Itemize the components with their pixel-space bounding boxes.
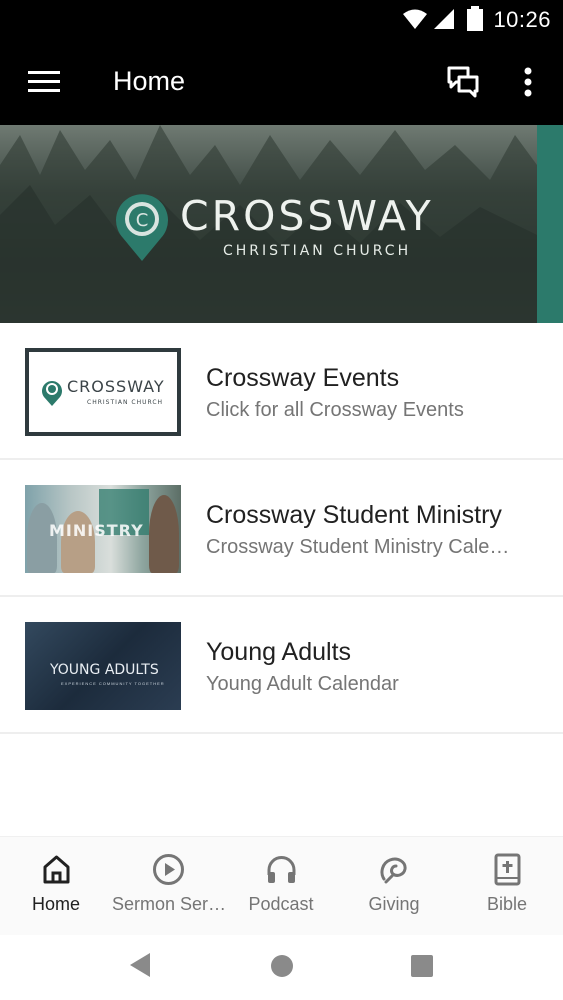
- nav-item-home[interactable]: Home: [0, 837, 112, 936]
- list-item-title: Crossway Events: [206, 364, 400, 392]
- hamburger-menu-icon[interactable]: [28, 69, 60, 95]
- nav-item-bible[interactable]: Bible: [451, 837, 563, 936]
- list-item-subtitle: Crossway Student Ministry Cale…: [206, 536, 510, 558]
- page-title: Home: [113, 66, 186, 96]
- list-item[interactable]: YOUNG ADULTS EXPERIENCE COMMUNITY TOGETH…: [0, 597, 563, 734]
- crossway-logo-icon: C: [116, 194, 168, 261]
- bottom-navigation: Home Sermon Ser… Podcast Giving Bible: [0, 836, 563, 935]
- brand-name: CROSSWAY: [180, 192, 434, 240]
- signal-icon: [434, 9, 454, 29]
- back-triangle-icon[interactable]: [128, 951, 152, 979]
- status-bar: 10:26: [0, 0, 563, 40]
- chat-bubbles-icon[interactable]: [446, 65, 480, 99]
- thumb-young-adults-sub: EXPERIENCE COMMUNITY TOGETHER: [61, 681, 165, 686]
- church-banner[interactable]: C CROSSWAY CHRISTIAN CHURCH: [0, 125, 563, 323]
- more-vert-icon[interactable]: [518, 67, 538, 97]
- nav-label-bible: Bible: [486, 894, 528, 914]
- home-icon: [43, 855, 70, 884]
- brand-subtitle: CHRISTIAN CHURCH: [223, 243, 412, 259]
- nav-item-sermon-series[interactable]: Sermon Ser…: [112, 837, 227, 936]
- nav-item-giving[interactable]: Giving: [338, 837, 450, 936]
- nav-label-giving: Giving: [368, 894, 420, 914]
- thumb-brand-name: CROSSWAY: [67, 377, 165, 396]
- list-item-subtitle: Young Adult Calendar: [206, 673, 399, 695]
- status-time: 10:26: [493, 7, 551, 32]
- nav-label-sermon-series: Sermon Ser…: [112, 894, 227, 914]
- list-item[interactable]: MINISTRY Crossway Student Ministry Cross…: [0, 460, 563, 597]
- app-bar: Home: [0, 40, 563, 125]
- list-item[interactable]: CROSSWAY CHRISTIAN CHURCH Crossway Event…: [0, 323, 563, 460]
- list-item-title: Crossway Student Ministry: [206, 501, 502, 529]
- events-thumbnail: CROSSWAY CHRISTIAN CHURCH: [25, 348, 181, 436]
- nav-item-podcast[interactable]: Podcast: [225, 837, 337, 936]
- svg-text:C: C: [136, 210, 149, 231]
- thumb-ministry-word: MINISTRY: [49, 521, 144, 540]
- photo-person: [149, 495, 179, 573]
- play-circle-icon: [153, 854, 184, 885]
- nav-label-podcast: Podcast: [248, 894, 314, 914]
- wifi-icon: [403, 9, 427, 29]
- bible-icon: [494, 853, 521, 886]
- thumb-brand-sub: CHRISTIAN CHURCH: [87, 399, 164, 406]
- battery-icon: [467, 6, 483, 31]
- system-navigation: [0, 935, 563, 1000]
- list-item-title: Young Adults: [206, 638, 352, 666]
- accent-strip: [537, 125, 563, 323]
- student-ministry-thumbnail: MINISTRY: [25, 485, 181, 573]
- nav-label-home: Home: [31, 894, 80, 914]
- headphones-icon: [267, 856, 296, 883]
- home-circle-icon[interactable]: [270, 954, 294, 978]
- crossway-logo-icon: [42, 381, 62, 406]
- young-adults-thumbnail: YOUNG ADULTS EXPERIENCE COMMUNITY TOGETH…: [25, 622, 181, 710]
- recents-square-icon[interactable]: [410, 954, 434, 978]
- giving-icon: [380, 857, 407, 884]
- list-item-subtitle: Click for all Crossway Events: [206, 399, 464, 421]
- thumb-young-adults-word: YOUNG ADULTS: [50, 662, 159, 678]
- calendar-list: CROSSWAY CHRISTIAN CHURCH Crossway Event…: [0, 323, 563, 734]
